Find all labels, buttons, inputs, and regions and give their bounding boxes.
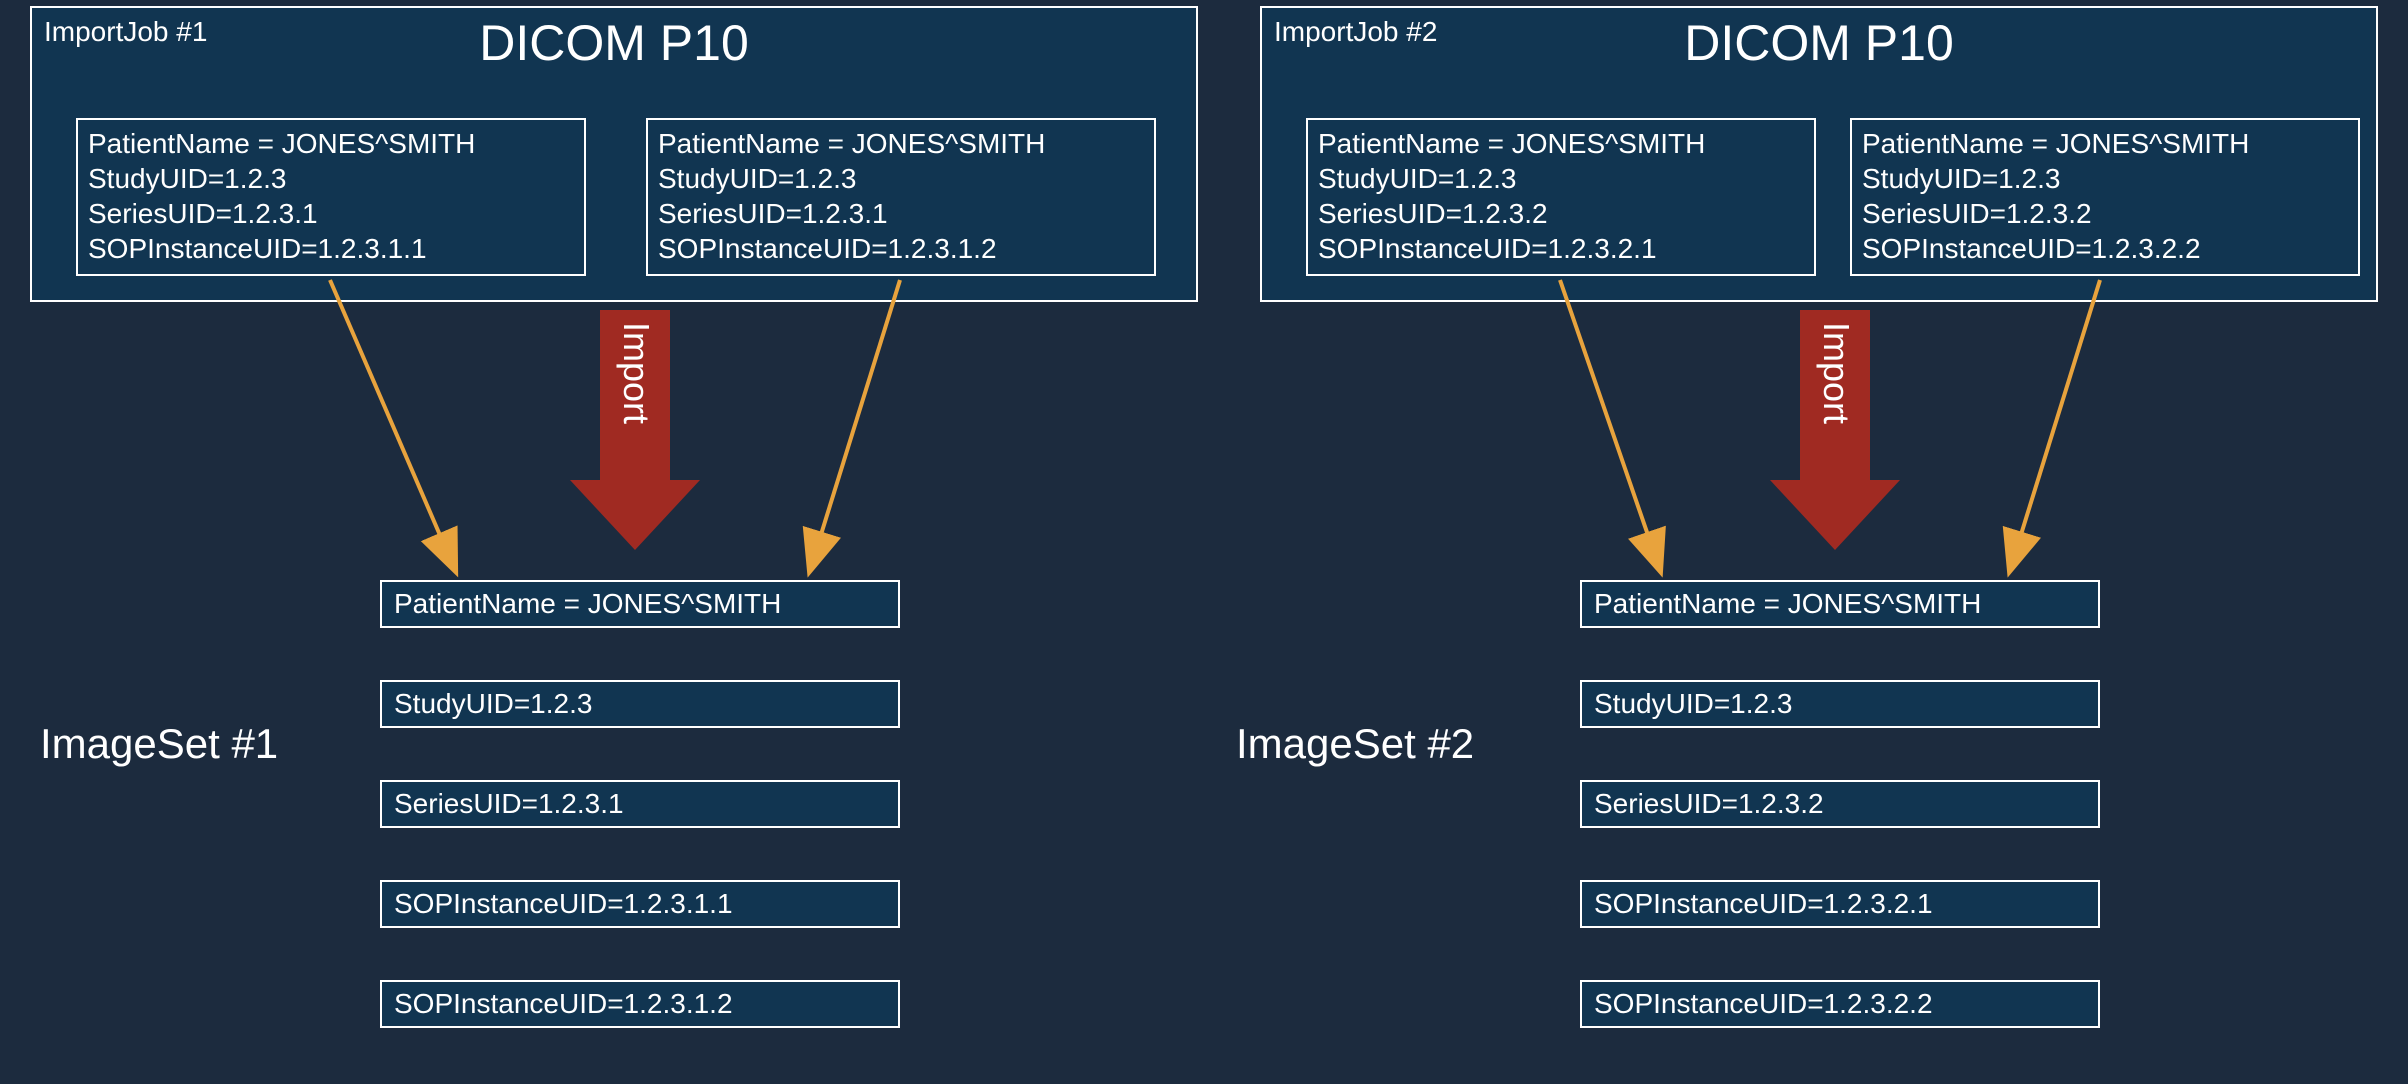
job1-instance-a-series: SeriesUID=1.2.3.1 — [88, 196, 574, 231]
imageset-2-label: ImageSet #2 — [1236, 720, 1474, 768]
imageset-2-patient: PatientName = JONES^SMITH — [1580, 580, 2100, 628]
import-arrow-2-text: Import — [1816, 322, 1857, 424]
import-arrow-2: Import — [1770, 310, 1900, 550]
arrow-job1-a — [330, 280, 455, 570]
import-job-1-title: DICOM P10 — [479, 14, 749, 72]
job2-instance-b-series: SeriesUID=1.2.3.2 — [1862, 196, 2348, 231]
job1-instance-b-sop: SOPInstanceUID=1.2.3.1.2 — [658, 231, 1144, 266]
imageset-2-sop1: SOPInstanceUID=1.2.3.2.1 — [1580, 880, 2100, 928]
arrow-job2-a — [1560, 280, 1660, 570]
imageset-2-series: SeriesUID=1.2.3.2 — [1580, 780, 2100, 828]
job1-instance-a-patient: PatientName = JONES^SMITH — [88, 126, 574, 161]
job2-instance-a: PatientName = JONES^SMITH StudyUID=1.2.3… — [1306, 118, 1816, 276]
job1-instance-b-patient: PatientName = JONES^SMITH — [658, 126, 1144, 161]
job2-instance-a-sop: SOPInstanceUID=1.2.3.2.1 — [1318, 231, 1804, 266]
imageset-1-patient: PatientName = JONES^SMITH — [380, 580, 900, 628]
job2-instance-b: PatientName = JONES^SMITH StudyUID=1.2.3… — [1850, 118, 2360, 276]
job1-instance-b: PatientName = JONES^SMITH StudyUID=1.2.3… — [646, 118, 1156, 276]
job2-instance-a-series: SeriesUID=1.2.3.2 — [1318, 196, 1804, 231]
job2-instance-b-sop: SOPInstanceUID=1.2.3.2.2 — [1862, 231, 2348, 266]
import-arrow-1: Import — [570, 310, 700, 550]
imageset-1-study: StudyUID=1.2.3 — [380, 680, 900, 728]
imageset-1-label: ImageSet #1 — [40, 720, 278, 768]
arrow-job2-b — [2010, 280, 2100, 570]
imageset-2-study: StudyUID=1.2.3 — [1580, 680, 2100, 728]
imageset-1-sop1: SOPInstanceUID=1.2.3.1.1 — [380, 880, 900, 928]
import-job-2-title: DICOM P10 — [1684, 14, 1954, 72]
imageset-1-series: SeriesUID=1.2.3.1 — [380, 780, 900, 828]
job2-instance-b-study: StudyUID=1.2.3 — [1862, 161, 2348, 196]
imageset-1-sop2: SOPInstanceUID=1.2.3.1.2 — [380, 980, 900, 1028]
imageset-2-sop2: SOPInstanceUID=1.2.3.2.2 — [1580, 980, 2100, 1028]
job1-instance-a-study: StudyUID=1.2.3 — [88, 161, 574, 196]
job1-instance-a: PatientName = JONES^SMITH StudyUID=1.2.3… — [76, 118, 586, 276]
job2-instance-a-study: StudyUID=1.2.3 — [1318, 161, 1804, 196]
import-arrow-1-text: Import — [616, 322, 657, 424]
arrow-job1-b — [810, 280, 900, 570]
job1-instance-b-study: StudyUID=1.2.3 — [658, 161, 1144, 196]
import-job-1-label: ImportJob #1 — [44, 16, 207, 48]
job1-instance-a-sop: SOPInstanceUID=1.2.3.1.1 — [88, 231, 574, 266]
job2-instance-b-patient: PatientName = JONES^SMITH — [1862, 126, 2348, 161]
import-job-2-box: ImportJob #2 DICOM P10 PatientName = JON… — [1260, 6, 2378, 302]
import-job-2-label: ImportJob #2 — [1274, 16, 1437, 48]
job2-instance-a-patient: PatientName = JONES^SMITH — [1318, 126, 1804, 161]
job1-instance-b-series: SeriesUID=1.2.3.1 — [658, 196, 1144, 231]
import-job-1-box: ImportJob #1 DICOM P10 PatientName = JON… — [30, 6, 1198, 302]
